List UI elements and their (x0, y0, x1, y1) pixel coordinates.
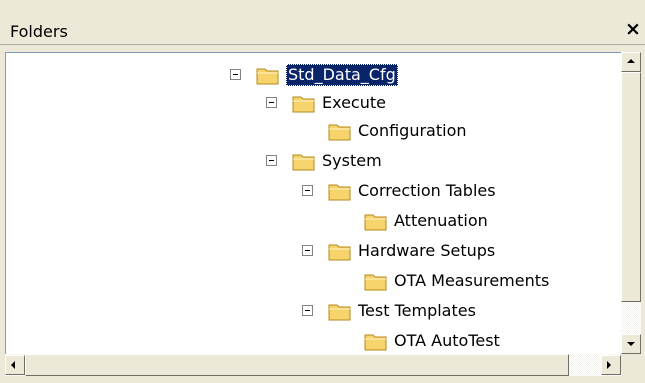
tree-node-std-data-cfg[interactable]: Std_Data_Cfg (6, 61, 622, 89)
tree-node-test-templates[interactable]: Test Templates (6, 297, 622, 325)
tree-node-label: Execute (322, 93, 386, 112)
folders-pane-header: Folders × (0, 0, 645, 45)
tree-node-label: Std_Data_Cfg (286, 64, 398, 86)
scroll-right-button[interactable] (601, 355, 621, 375)
close-icon[interactable]: × (623, 18, 643, 40)
tree-node-attenuation[interactable]: Attenuation (6, 207, 622, 235)
tree-node-label: Test Templates (358, 301, 476, 320)
tree-node-label: OTA Measurements (394, 271, 550, 290)
folder-icon (364, 334, 387, 351)
arrow-up-icon (627, 59, 635, 63)
scroll-down-button[interactable] (621, 334, 641, 354)
collapse-icon[interactable] (230, 69, 241, 80)
folder-icon (292, 154, 315, 171)
collapse-icon[interactable] (266, 97, 277, 108)
folder-tree: Std_Data_Cfg Execute Configuration Syste… (5, 52, 622, 355)
horizontal-scrollbar[interactable] (5, 354, 621, 376)
tree-node-correction-tables[interactable]: Correction Tables (6, 177, 622, 205)
collapse-icon[interactable] (302, 305, 313, 316)
tree-node-hardware-setups[interactable]: Hardware Setups (6, 237, 622, 265)
folder-icon (328, 244, 351, 261)
folder-icon (328, 184, 351, 201)
folder-icon (292, 96, 315, 113)
arrow-down-icon (627, 342, 635, 346)
tree-node-execute[interactable]: Execute (6, 89, 622, 117)
arrow-right-icon (607, 361, 611, 369)
tree-node-label: Attenuation (394, 211, 488, 230)
vertical-scrollbar[interactable] (621, 52, 641, 354)
tree-node-label: System (322, 151, 382, 170)
scrollbar-corner (621, 354, 641, 376)
collapse-icon[interactable] (266, 155, 277, 166)
collapse-icon[interactable] (302, 245, 313, 256)
tree-node-label: Hardware Setups (358, 241, 496, 260)
tree-node-label: Correction Tables (358, 181, 496, 200)
vertical-scroll-thumb[interactable] (621, 72, 641, 302)
tree-node-label: OTA AutoTest (394, 331, 500, 350)
folder-icon (364, 214, 387, 231)
arrow-left-icon (11, 361, 15, 369)
folder-icon (364, 274, 387, 291)
folder-icon (328, 304, 351, 321)
tree-node-configuration[interactable]: Configuration (6, 117, 622, 145)
horizontal-scroll-thumb[interactable] (25, 354, 569, 376)
collapse-icon[interactable] (302, 185, 313, 196)
folder-icon (256, 68, 279, 85)
scroll-left-button[interactable] (5, 355, 25, 375)
tree-node-ota-autotest[interactable]: OTA AutoTest (6, 327, 622, 355)
tree-node-system[interactable]: System (6, 147, 622, 175)
pane-title: Folders (10, 22, 68, 41)
folder-icon (328, 124, 351, 141)
scroll-up-button[interactable] (621, 52, 641, 72)
tree-node-label: Configuration (358, 121, 467, 140)
tree-node-ota-measurements[interactable]: OTA Measurements (6, 267, 622, 295)
